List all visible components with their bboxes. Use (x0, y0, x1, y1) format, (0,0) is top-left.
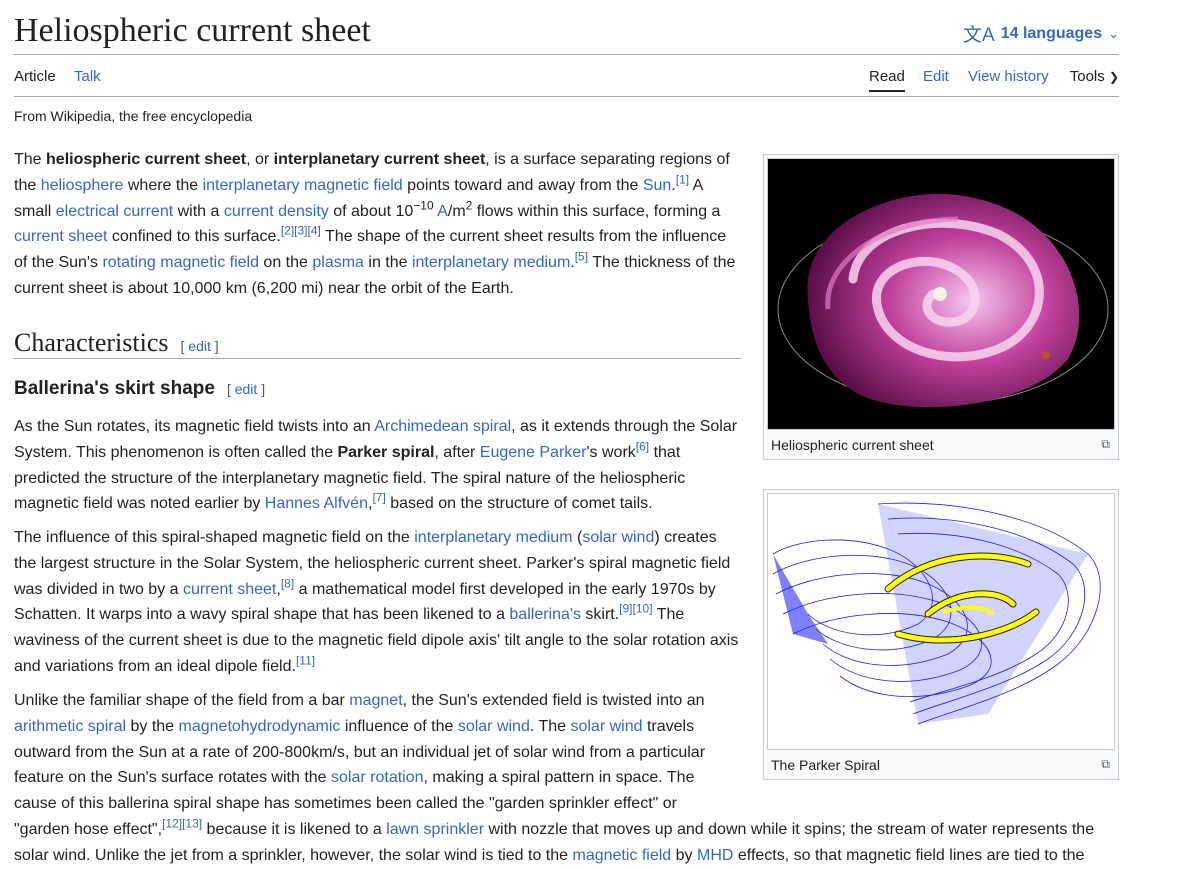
edit-link[interactable]: edit (235, 381, 258, 397)
link[interactable]: interplanetary magnetic field (203, 177, 403, 194)
link[interactable]: rotating magnetic field (102, 254, 259, 271)
current-sheet-image[interactable] (767, 158, 1115, 430)
link[interactable]: interplanetary medium (414, 529, 572, 546)
chevron-down-icon: ⌄ (1108, 25, 1119, 41)
section-heading-characteristics: Characteristics [ edit ] (14, 328, 741, 359)
caption-text: Heliospheric current sheet (771, 437, 934, 453)
link[interactable]: ballerina's (509, 606, 581, 623)
section-title: Characteristics (14, 328, 169, 357)
intro-paragraph: The heliospheric current sheet, or inter… (14, 151, 736, 297)
subsection-title: Ballerina's skirt shape (14, 378, 215, 399)
parker-spiral-illustration (768, 494, 1114, 749)
tab-edit[interactable]: Edit (923, 68, 949, 85)
link[interactable]: electrical current (56, 203, 173, 220)
paragraph-continued: "garden hose effect",[12][13] because it… (14, 816, 1095, 864)
figure-caption: Heliospheric current sheet ⧉ (764, 433, 1118, 459)
link[interactable]: heliosphere (41, 177, 124, 194)
link[interactable]: lawn sprinkler (386, 821, 484, 838)
link[interactable]: current density (224, 203, 329, 220)
citation[interactable]: [7] (372, 491, 385, 505)
citation[interactable]: [1] (676, 172, 689, 186)
link[interactable]: Eugene Parker (480, 444, 587, 461)
languages-label: 14 languages (1000, 24, 1103, 42)
link[interactable]: interplanetary medium (412, 254, 570, 271)
chevron-down-icon: ❯ (1108, 70, 1119, 84)
tab-talk[interactable]: Talk (74, 68, 101, 85)
link[interactable]: plasma (312, 254, 364, 271)
translate-icon: 文A (963, 25, 995, 46)
title-divider (14, 54, 1119, 55)
link[interactable]: magnetic field (572, 847, 671, 864)
enlarge-icon[interactable]: ⧉ (1101, 757, 1110, 772)
figure-parker-spiral: The Parker Spiral ⧉ (763, 489, 1119, 780)
citation[interactable]: [8] (281, 576, 294, 590)
subsection-heading: Ballerina's skirt shape [ edit ] (14, 378, 265, 400)
enlarge-icon[interactable]: ⧉ (1101, 437, 1110, 452)
citation[interactable]: [6] (636, 439, 649, 453)
figure-caption: The Parker Spiral ⧉ (764, 753, 1118, 779)
subsection-edit: [ edit ] (226, 381, 266, 397)
tools-menu[interactable]: Tools ❯ (1070, 68, 1119, 85)
link[interactable]: current sheet (183, 581, 276, 598)
tab-article[interactable]: Article (14, 68, 56, 85)
page: Heliospheric current sheet 文A 14 languag… (14, 0, 1119, 869)
link[interactable]: solar wind (582, 529, 654, 546)
section-edit: [ edit ] (180, 338, 219, 354)
tagline: From Wikipedia, the free encyclopedia (14, 108, 253, 124)
tab-read[interactable]: Read (869, 68, 905, 92)
edit-link[interactable]: edit (188, 338, 211, 354)
citation[interactable]: [2][3][4] (281, 224, 321, 238)
link[interactable]: arithmetic spiral (14, 718, 126, 735)
page-title: Heliospheric current sheet (14, 12, 371, 49)
paragraph-influence: The influence of this spiral-shaped magn… (14, 529, 739, 675)
link[interactable]: Archimedean spiral (374, 418, 511, 435)
link[interactable]: Sun (643, 177, 671, 194)
link[interactable]: solar wind (570, 718, 642, 735)
link[interactable]: solar wind (458, 718, 530, 735)
current-sheet-illustration (768, 159, 1114, 429)
citation[interactable]: [12][13] (162, 817, 202, 831)
link[interactable]: A (437, 203, 448, 220)
tab-view-history[interactable]: View history (968, 68, 1049, 85)
citation[interactable]: [11] (296, 654, 315, 668)
tools-label: Tools (1069, 68, 1105, 85)
link[interactable]: solar rotation (331, 769, 424, 786)
link[interactable]: MHD (697, 847, 733, 864)
paragraph-bar-magnet: Unlike the familiar shape of the field f… (14, 692, 706, 813)
link[interactable]: current sheet (14, 228, 107, 245)
link[interactable]: Hannes Alfvén (265, 495, 368, 512)
figure-current-sheet: Heliospheric current sheet ⧉ (763, 154, 1119, 460)
citation[interactable]: [9][10] (619, 602, 652, 616)
citation[interactable]: [5] (575, 250, 588, 264)
link[interactable]: magnet (349, 692, 402, 709)
languages-button[interactable]: 文A 14 languages ⌄ (963, 20, 1119, 47)
link[interactable]: magnetohydrodynamic (179, 718, 341, 735)
page-tabs: Article Talk Read Edit View history Tool… (14, 60, 1119, 97)
parker-spiral-image[interactable] (767, 493, 1115, 750)
caption-text: The Parker Spiral (771, 757, 880, 773)
paragraph-parker-spiral: As the Sun rotates, its magnetic field t… (14, 418, 738, 513)
